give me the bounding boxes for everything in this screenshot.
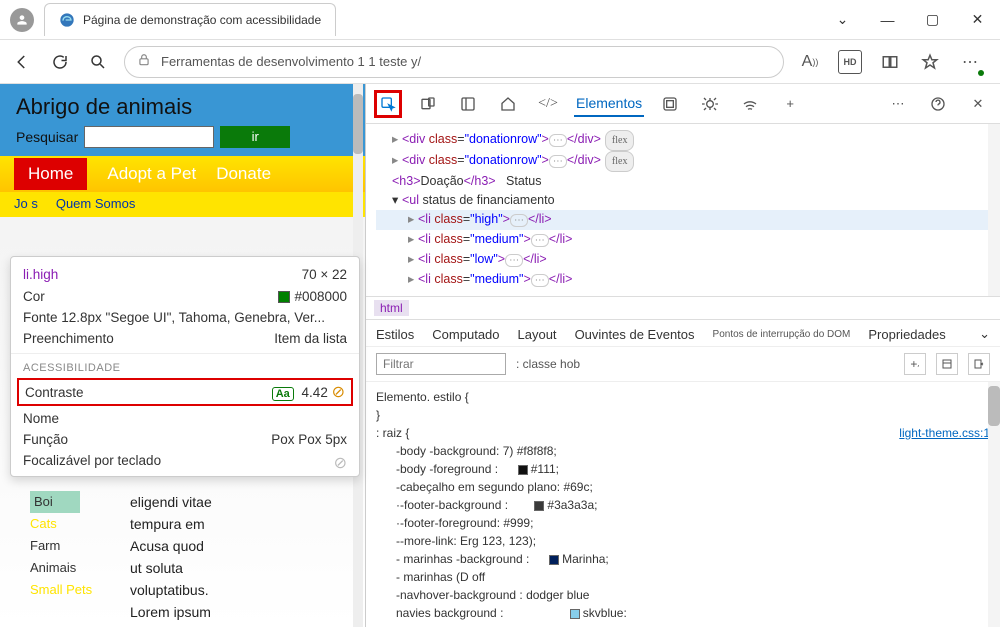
url-input[interactable]: Ferramentas de desenvolvimento 1 1 teste… (124, 46, 784, 78)
tooltip-dimensions: 70 × 22 (302, 267, 347, 282)
subnav-quem[interactable]: Quem Somos (56, 196, 135, 211)
dom-scrollbar[interactable] (988, 124, 1000, 296)
more-icon[interactable]: ⋯ (958, 50, 982, 74)
cls-toggle[interactable]: : classe hob (516, 357, 580, 371)
reader-icon[interactable] (878, 50, 902, 74)
close-button[interactable]: ✕ (955, 0, 1000, 40)
refresh-button[interactable] (48, 50, 72, 74)
tooltip-font: Fonte 12.8px "Segoe UI", Tahoma, Genebra… (23, 310, 325, 325)
tab-computado[interactable]: Computado (432, 327, 499, 342)
nav-adopt[interactable]: Adopt a Pet (107, 164, 196, 184)
elements-tab[interactable]: Elementos (574, 91, 644, 117)
tooltip-contrast-row: Contraste Aa 4.42 ⊘ (17, 378, 353, 406)
chevron-down-icon[interactable]: ⌄ (820, 0, 865, 40)
nav-donate[interactable]: Donate (216, 164, 271, 184)
devtools-toolbar: </> Elementos + ⋯ ✕ (366, 84, 1000, 124)
help-button[interactable] (924, 90, 952, 118)
search-label: Pesquisar (16, 129, 78, 145)
lock-icon (137, 53, 151, 70)
go-button[interactable]: ir (220, 126, 290, 148)
tooltip-color-label: Cor (23, 289, 45, 304)
back-button[interactable] (10, 50, 34, 74)
browser-tab[interactable]: Página de demonstração com acessibilidad… (44, 3, 336, 36)
page-title: Abrigo de animais (16, 94, 349, 120)
device-toggle-button[interactable] (414, 90, 442, 118)
page-body-text: eligendi vitae tempura em Acusa quod ut … (130, 487, 212, 627)
list-item[interactable]: Boi (30, 491, 80, 513)
url-text: Ferramentas de desenvolvimento 1 1 teste… (161, 54, 421, 69)
styles-filter-input[interactable] (376, 353, 506, 375)
computed-toggle-button[interactable] (968, 353, 990, 375)
search-icon[interactable] (86, 50, 110, 74)
favorite-icon[interactable] (918, 50, 942, 74)
profile-avatar[interactable] (10, 8, 34, 32)
read-aloud-icon[interactable]: A)) (798, 50, 822, 74)
app-tab-icon[interactable] (656, 90, 684, 118)
color-format-button[interactable] (936, 353, 958, 375)
list-item[interactable]: Small Pets (30, 579, 130, 601)
stylesheet-link[interactable]: light-theme.css:1 (899, 424, 990, 442)
tooltip-color-value: #008000 (294, 289, 347, 304)
tab-estilos[interactable]: Estilos (376, 327, 414, 342)
address-bar: Ferramentas de desenvolvimento 1 1 teste… (0, 40, 1000, 84)
inspect-tooltip: li.high 70 × 22 Cor #008000 Fonte 12.8px… (10, 256, 360, 477)
aa-badge: Aa (272, 387, 294, 401)
subnav-jos[interactable]: Jo s (14, 196, 38, 211)
contrast-value: 4.42 (302, 385, 328, 400)
devtools-panel: </> Elementos + ⋯ ✕ ▸<div class="donatio… (365, 84, 1000, 627)
tooltip-name-label: Nome (23, 411, 59, 426)
chevron-down-icon[interactable]: ⌄ (979, 326, 990, 342)
tooltip-function-label: Função (23, 432, 68, 447)
styles-pane[interactable]: Elemento. estilo { } : raiz {light-theme… (366, 382, 1000, 627)
bug-icon[interactable] (696, 90, 724, 118)
no-icon: ⊘ (334, 453, 347, 473)
tab-title: Página de demonstração com acessibilidad… (83, 13, 321, 27)
warning-icon: ⊘ (332, 384, 345, 401)
inspect-element-button[interactable] (374, 90, 402, 118)
network-icon[interactable] (736, 90, 764, 118)
tooltip-selector: li.high (23, 267, 58, 282)
page-search-input[interactable] (84, 126, 214, 148)
tab-layout[interactable]: Layout (518, 327, 557, 342)
maximize-button[interactable]: ▢ (910, 0, 955, 40)
tab-ouvintes[interactable]: Ouvintes de Eventos (575, 327, 695, 342)
tab-breakpoints[interactable]: Pontos de interrupção do DOM (713, 329, 851, 340)
tooltip-role-value: Item da lista (274, 331, 347, 346)
add-tab-button[interactable]: + (776, 90, 804, 118)
tooltip-function-value: Pox Pox 5px (271, 432, 347, 447)
tooltip-focusable-label: Focalizável por teclado (23, 453, 161, 473)
tooltip-section: ACESSIBILIDADE (11, 353, 359, 376)
tooltip-role-label: Preenchimento (23, 331, 114, 346)
contrast-label: Contraste (25, 385, 84, 400)
hd-icon[interactable]: HD (838, 50, 862, 74)
new-style-button[interactable]: +⸴ (904, 353, 926, 375)
minimize-button[interactable]: — (865, 0, 910, 40)
close-devtools-button[interactable]: ✕ (964, 90, 992, 118)
main-nav: Home Adopt a Pet Donate (0, 156, 365, 192)
dom-breadcrumb[interactable]: html (366, 296, 1000, 320)
styles-scrollbar[interactable] (988, 382, 1000, 627)
list-item[interactable]: Animais (30, 557, 130, 579)
window-titlebar: Página de demonstração com acessibilidad… (0, 0, 1000, 40)
nav-home[interactable]: Home (14, 158, 87, 190)
welcome-tab[interactable] (494, 90, 522, 118)
color-swatch (278, 291, 290, 303)
list-item[interactable]: Farm (30, 535, 130, 557)
sources-tab-icon[interactable]: </> (534, 90, 562, 118)
list-item[interactable]: Cats (30, 513, 130, 535)
panel-toggle-button[interactable] (454, 90, 482, 118)
tab-properties[interactable]: Propriedades (868, 327, 945, 342)
more-tools-button[interactable]: ⋯ (884, 90, 912, 118)
styles-tabs: Estilos Computado Layout Ouvintes de Eve… (366, 320, 1000, 347)
dom-tree[interactable]: ▸<div class="donationrow">⋯</div>flex ▸<… (366, 124, 1000, 296)
